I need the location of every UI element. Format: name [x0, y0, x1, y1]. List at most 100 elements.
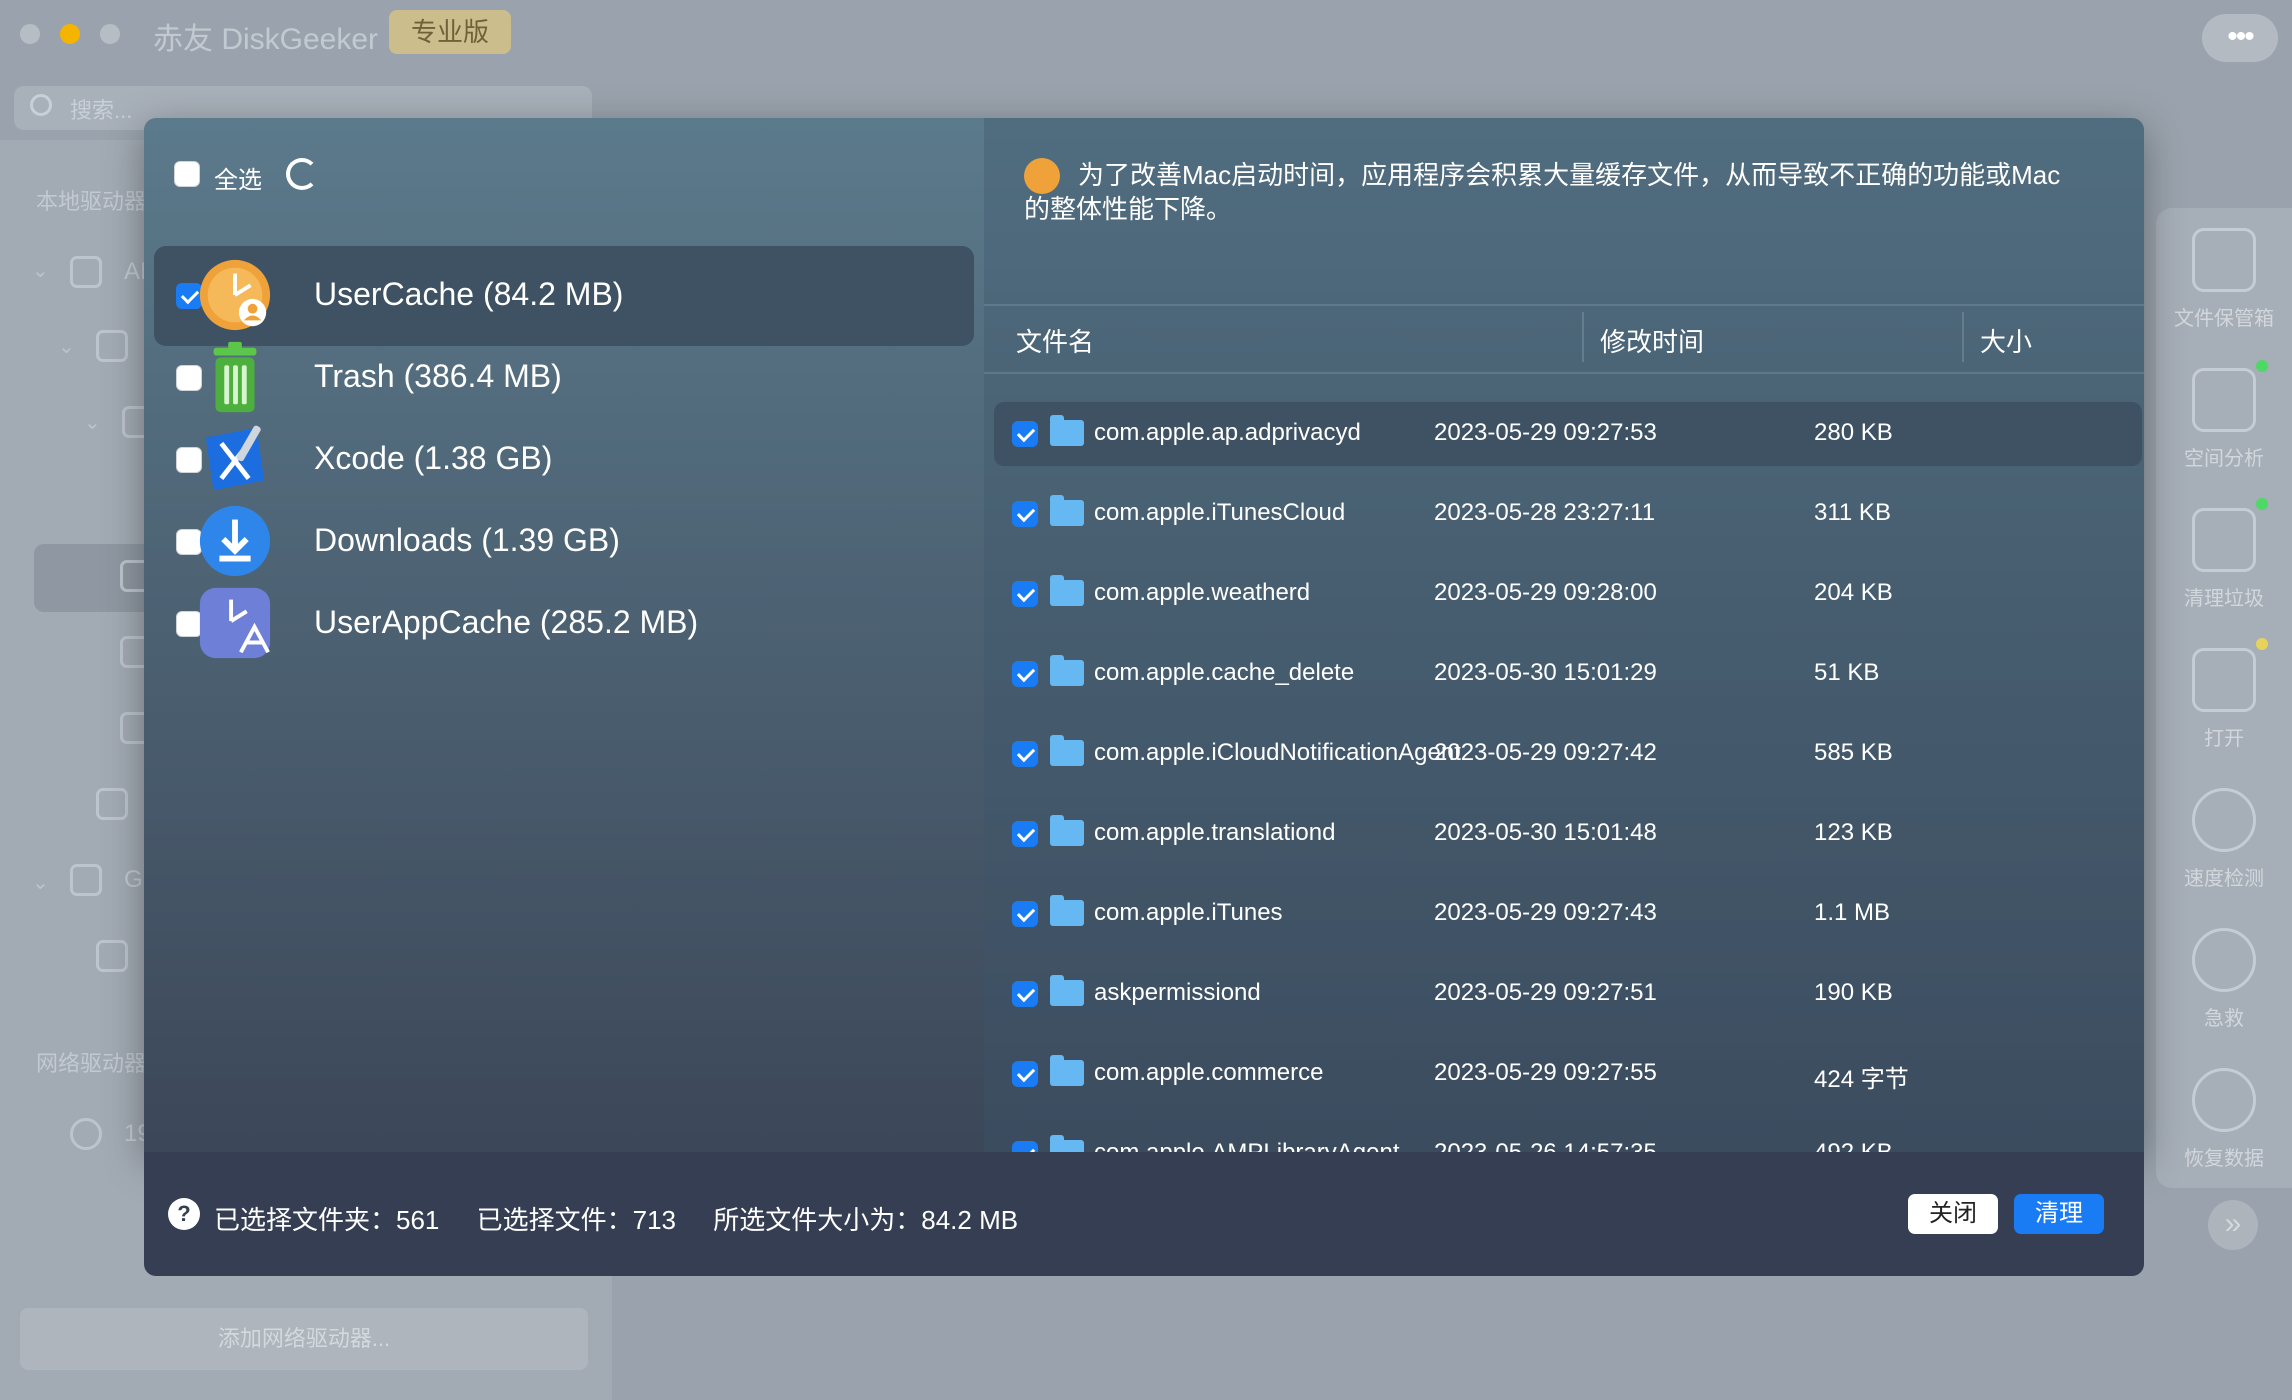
- open-button[interactable]: 打开: [2156, 648, 2292, 751]
- file-name: com.apple.weatherd: [1094, 579, 1311, 606]
- expand-toolbar-button[interactable]: »: [2208, 1200, 2258, 1250]
- table-row[interactable]: com.apple.translationd 2023-05-30 15:01:…: [994, 802, 2142, 866]
- file-date: 2023-05-29 09:27:51: [1434, 979, 1657, 1006]
- close-button[interactable]: 关闭: [1908, 1194, 1998, 1234]
- table-row[interactable]: askpermissiond 2023-05-29 09:27:51 190 K…: [994, 962, 2142, 1026]
- row-checkbox[interactable]: [1012, 1061, 1038, 1087]
- open-label: 打开: [2204, 728, 2244, 750]
- select-all-checkbox[interactable]: [174, 161, 200, 187]
- folder-icon: [1050, 735, 1084, 766]
- speed-test-label: 速度检测: [2184, 868, 2264, 890]
- category-label: Xcode (1.38 GB): [314, 440, 553, 476]
- restore-data-button[interactable]: 恢复数据: [2156, 1068, 2292, 1171]
- column-header-name[interactable]: 文件名: [1016, 322, 1094, 359]
- divider: [984, 304, 2144, 306]
- row-checkbox[interactable]: [1012, 421, 1038, 447]
- help-icon[interactable]: ?: [168, 1198, 200, 1230]
- user-cache-icon: [199, 259, 271, 331]
- row-checkbox[interactable]: [1012, 741, 1038, 767]
- file-list[interactable]: com.apple.ap.adprivacyd 2023-05-29 09:27…: [994, 402, 2142, 1152]
- row-checkbox[interactable]: [1012, 981, 1038, 1007]
- restore-icon: [2192, 1068, 2256, 1132]
- search-icon: [30, 94, 52, 116]
- file-size: 123 KB: [1814, 819, 1893, 846]
- folder-icon: [1050, 895, 1084, 926]
- downloads-icon: [199, 505, 271, 577]
- status-dot: [2256, 638, 2268, 650]
- file-name: com.apple.commerce: [1094, 1059, 1324, 1086]
- row-checkbox[interactable]: [1012, 581, 1038, 607]
- file-date: 2023-05-26 14:57:35: [1434, 1139, 1657, 1152]
- zoom-window-button[interactable]: [100, 24, 120, 44]
- table-row[interactable]: com.apple.iCloudNotificationAgent 2023-0…: [994, 722, 2142, 786]
- file-date: 2023-05-29 09:27:55: [1434, 1059, 1657, 1086]
- more-button[interactable]: •••: [2202, 14, 2278, 62]
- selection-stats: 已选择文件夹：561 已选择文件：713 所选文件大小为：84.2 MB: [214, 1200, 1048, 1237]
- select-all-label[interactable]: 全选: [214, 160, 262, 195]
- folders-selected-count: 已选择文件夹：561: [214, 1205, 440, 1235]
- column-header-size[interactable]: 大小: [1980, 322, 2032, 359]
- row-checkbox[interactable]: [1012, 661, 1038, 687]
- file-date: 2023-05-29 09:28:00: [1434, 579, 1657, 606]
- file-date: 2023-05-30 15:01:48: [1434, 819, 1657, 846]
- table-row[interactable]: com.apple.commerce 2023-05-29 09:27:55 4…: [994, 1042, 2142, 1106]
- file-name: com.apple.cache_delete: [1094, 659, 1355, 686]
- table-row[interactable]: com.apple.cache_delete 2023-05-30 15:01:…: [994, 642, 2142, 706]
- category-row-userappcache[interactable]: UserAppCache (285.2 MB): [154, 574, 974, 674]
- add-network-drive-button[interactable]: 添加网络驱动器...: [20, 1308, 588, 1370]
- file-name: com.apple.iTunes: [1094, 899, 1283, 926]
- clean-junk-button[interactable]: 清理垃圾: [2156, 508, 2292, 611]
- close-window-button[interactable]: [20, 24, 40, 44]
- file-name: com.apple.ap.adprivacyd: [1094, 419, 1361, 446]
- first-aid-button[interactable]: 急救: [2156, 928, 2292, 1031]
- file-name: com.apple.iCloudNotificationAgent: [1094, 739, 1461, 766]
- row-checkbox[interactable]: [1012, 821, 1038, 847]
- minimize-window-button[interactable]: [60, 24, 80, 44]
- folder-icon: [1050, 1135, 1084, 1152]
- clean-button[interactable]: 清理: [2014, 1194, 2104, 1234]
- file-size: 190 KB: [1814, 979, 1893, 1006]
- category-label: UserAppCache (285.2 MB): [314, 604, 699, 640]
- table-row[interactable]: com.apple.ap.adprivacyd 2023-05-29 09:27…: [994, 402, 2142, 466]
- usb-icon: [70, 864, 102, 896]
- row-checkbox[interactable]: [1012, 901, 1038, 927]
- speed-test-button[interactable]: 速度检测: [2156, 788, 2292, 891]
- file-name: com.apple.AMPLibraryAgent: [1094, 1139, 1399, 1152]
- user-app-cache-icon: [199, 587, 271, 659]
- file-date: 2023-05-28 23:27:11: [1434, 499, 1656, 526]
- sidebar-drive-g-label[interactable]: G: [124, 866, 143, 894]
- table-row[interactable]: com.apple.iTunes 2023-05-29 09:27:43 1.1…: [994, 882, 2142, 946]
- file-size: 311 KB: [1814, 499, 1891, 526]
- xcode-icon: [205, 425, 265, 491]
- file-size: 280 KB: [1814, 419, 1893, 446]
- globe-icon: [70, 1118, 102, 1150]
- column-separator: [1582, 312, 1584, 362]
- clean-junk-label: 清理垃圾: [2184, 588, 2264, 610]
- space-analysis-button[interactable]: 空间分析: [2156, 368, 2292, 471]
- chevron-down-icon[interactable]: ⌄: [32, 870, 49, 895]
- chevron-down-icon[interactable]: ⌄: [58, 334, 75, 359]
- file-size: 51 KB: [1814, 659, 1880, 686]
- column-header-modified[interactable]: 修改时间: [1600, 322, 1704, 359]
- file-date: 2023-05-29 09:27:53: [1434, 419, 1657, 446]
- table-row[interactable]: com.apple.weatherd 2023-05-29 09:28:00 2…: [994, 562, 2142, 626]
- file-name: com.apple.iTunesCloud: [1094, 499, 1346, 526]
- folder-icon: [1050, 655, 1084, 686]
- file-size: 585 KB: [1814, 739, 1893, 766]
- pro-badge: 专业版: [389, 10, 511, 54]
- table-row[interactable]: com.apple.AMPLibraryAgent 2023-05-26 14:…: [994, 1122, 2142, 1152]
- folder-icon: [1050, 415, 1084, 446]
- chevron-down-icon[interactable]: ⌄: [84, 410, 101, 435]
- chevron-down-icon[interactable]: ⌄: [32, 258, 49, 283]
- file-vault-button[interactable]: 文件保管箱: [2156, 228, 2292, 331]
- status-dot: [2256, 360, 2268, 372]
- volume-icon[interactable]: [96, 940, 128, 972]
- status-dot: [2256, 498, 2268, 510]
- table-row[interactable]: com.apple.iTunesCloud 2023-05-28 23:27:1…: [994, 482, 2142, 546]
- row-checkbox[interactable]: [1012, 501, 1038, 527]
- refresh-icon[interactable]: [286, 158, 318, 190]
- volume-icon[interactable]: [96, 788, 128, 820]
- space-analysis-label: 空间分析: [2184, 448, 2264, 470]
- stethoscope-icon: [2192, 928, 2256, 992]
- row-checkbox[interactable]: [1012, 1141, 1038, 1152]
